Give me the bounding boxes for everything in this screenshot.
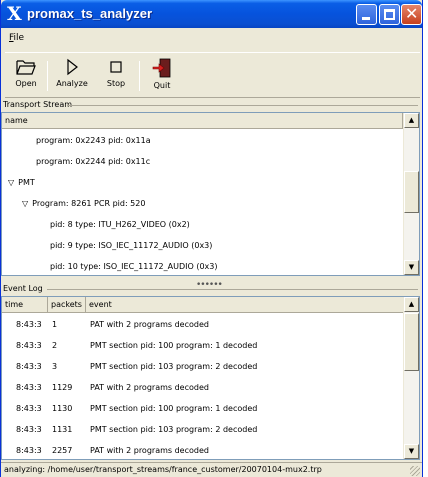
cell-packets: 1129 [52,383,73,392]
scroll-up-icon[interactable]: ▲ [404,297,419,312]
cell-time: 8:43:3 [16,341,42,350]
column-header-packets[interactable]: packets [48,297,86,313]
cell-time: 8:43:3 [16,446,42,455]
cell-time: 8:43:3 [16,404,42,413]
event-log-label: Event Log [3,284,45,293]
group-divider [67,105,418,106]
table-row[interactable]: 8:43:3 1130 PMT section pid: 100 program: … [2,398,403,420]
open-label: Open [15,79,37,88]
menu-bar: File [1,28,422,50]
play-icon [67,58,78,76]
cell-event: PAT with 2 programs decoded [90,383,209,392]
scroll-thumb[interactable] [404,171,419,213]
tree-row-label: pid: 9 type: ISO_IEC_11172_AUDIO (0x3) [50,241,213,250]
analyze-label: Analyze [56,79,88,88]
expander-icon[interactable]: ▽ [8,172,14,194]
scroll-up-icon[interactable]: ▲ [404,113,419,128]
scroll-thumb[interactable] [404,313,419,371]
maximize-icon [384,9,395,20]
stop-button[interactable]: Stop [99,57,133,97]
tree-row[interactable]: ▽ Program: 8261 PCR pid: 520 [2,193,145,215]
cell-packets: 1 [52,320,58,329]
transport-stream-group: Transport Stream name program: 0x2243 pi… [1,100,422,278]
toolbar: Open Analyze Stop Quit [5,52,420,98]
cell-event: PAT with 2 programs decoded [90,320,209,329]
stop-label: Stop [106,79,126,88]
tree-row[interactable]: pid: 9 type: ISO_IEC_11172_AUDIO (0x3) [2,235,212,257]
table-row[interactable]: 8:43:3 1 PAT with 2 programs decoded [2,314,403,336]
tree-row-label: program: 0x2244 pid: 0x11c [36,157,151,166]
minimize-button[interactable] [356,4,377,25]
cell-packets: 3 [52,362,58,371]
folder-open-icon [16,60,36,75]
toolbar-separator [47,61,48,91]
tree-row-label: pid: 8 type: ITU_H262_VIDEO (0x2) [50,220,190,229]
cell-packets: 2257 [52,446,73,455]
app-window: X promax_ts_analyzer ✕ File Open Analyze… [0,0,423,477]
cell-packets: 2 [52,341,58,350]
tree-row[interactable]: pid: 8 type: ITU_H262_VIDEO (0x2) [2,214,190,236]
event-log-table[interactable]: time packets event 8:43:3 1 PAT with 2 pro… [1,296,420,460]
tree-vertical-scrollbar[interactable]: ▲ ▼ [403,113,419,275]
tree-row-label: program: 0x2243 pid: 0x11a [36,136,151,145]
tree-row[interactable]: program: 0x2243 pid: 0x11a [2,130,151,152]
menu-file[interactable]: File [9,33,24,43]
expander-icon[interactable]: ▽ [22,193,28,215]
status-bar: analyzing: /home/user/transport_streams/… [1,462,422,477]
scroll-down-icon[interactable]: ▼ [404,260,419,275]
quit-button[interactable]: Quit [145,57,179,97]
tree-row-label: pid: 10 type: ISO_IEC_11172_AUDIO (0x3) [50,262,218,271]
scroll-down-icon[interactable]: ▼ [404,444,419,459]
maximize-button[interactable] [379,4,400,25]
open-button[interactable]: Open [9,57,43,97]
table-row[interactable]: 8:43:3 1129 PAT with 2 programs decoded [2,377,403,399]
cell-event: PMT section pid: 103 program: 2 decoded [90,362,258,371]
tree-header: name [2,113,403,129]
tree-row[interactable]: ▽ PMT [2,172,35,194]
event-log-group: Event Log time packets event 8:43:3 1 PAT … [1,284,422,462]
window-title: promax_ts_analyzer [27,6,153,21]
title-bar[interactable]: X promax_ts_analyzer ✕ [1,0,422,28]
table-row[interactable]: 8:43:3 1131 PMT section pid: 103 program: … [2,419,403,441]
table-row[interactable]: 8:43:3 2 PMT section pid: 100 program: 1 d… [2,335,403,357]
cell-time: 8:43:3 [16,383,42,392]
table-header: time packets event [2,297,403,313]
log-vertical-scrollbar[interactable]: ▲ ▼ [403,297,419,459]
cell-event: PMT section pid: 103 program: 2 decoded [90,425,258,434]
cell-event: PMT section pid: 100 program: 1 decoded [90,404,258,413]
status-text: analyzing: /home/user/transport_streams/… [4,465,322,474]
tree-row[interactable]: program: 0x2244 pid: 0x11c [2,151,150,173]
cell-event: PAT with 2 programs decoded [90,446,209,455]
cell-event: PMT section pid: 100 program: 1 decoded [90,341,258,350]
analyze-button[interactable]: Analyze [51,57,93,97]
transport-stream-tree[interactable]: name program: 0x2243 pid: 0x11a program: … [1,112,420,276]
tree-row[interactable]: pid: 10 type: ISO_IEC_11172_AUDIO (0x3) [2,256,217,278]
group-divider [47,289,418,290]
quit-door-icon [152,58,171,78]
quit-label: Quit [153,81,171,90]
cell-packets: 1130 [52,404,73,413]
toolbar-separator [139,61,140,91]
table-row[interactable]: 8:43:3 2257 PAT with 2 programs decoded [2,440,403,462]
transport-stream-label: Transport Stream [3,100,75,109]
cell-time: 8:43:3 [16,362,42,371]
cell-time: 8:43:3 [16,320,42,329]
column-header-time[interactable]: time [2,297,48,313]
tree-row-label: PMT [18,178,35,187]
table-row[interactable]: 8:43:3 3 PMT section pid: 103 program: 2 d… [2,356,403,378]
resize-grip-icon[interactable] [410,466,420,476]
close-icon: ✕ [405,4,419,23]
minimize-icon [362,17,370,20]
cell-time: 8:43:3 [16,425,42,434]
column-header-name[interactable]: name [2,113,403,129]
x-app-icon: X [7,3,22,25]
cell-packets: 1131 [52,425,73,434]
column-header-event[interactable]: event [86,297,403,313]
close-button[interactable]: ✕ [401,4,422,25]
tree-row-label: Program: 8261 PCR pid: 520 [32,199,146,208]
stop-icon [110,61,122,73]
